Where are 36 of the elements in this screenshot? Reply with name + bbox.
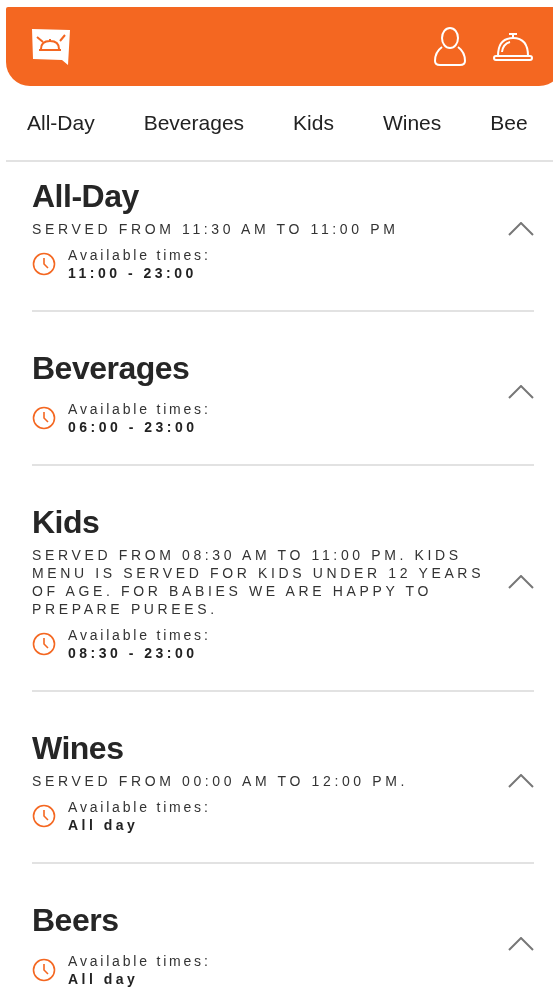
- section-title: Beers: [32, 901, 120, 940]
- section-title: All-Day: [32, 177, 140, 216]
- times-value: All day: [68, 816, 140, 834]
- times-label: Available times:: [68, 400, 211, 418]
- clock-icon: [32, 958, 56, 982]
- section-description: SERVED FROM 00:00 AM TO 12:00 PM.: [32, 772, 410, 790]
- section-title: Wines: [32, 729, 125, 768]
- times-label: Available times:: [68, 952, 211, 970]
- section-description: SERVED FROM 11:30 AM TO 11:00 PM: [32, 220, 400, 238]
- category-tab[interactable]: Kids: [293, 107, 334, 139]
- times-value: 08:30 - 23:00: [68, 644, 199, 662]
- times-value: 06:00 - 23:00: [68, 418, 199, 436]
- clock-icon: [32, 252, 56, 276]
- category-tab[interactable]: Wines: [382, 107, 442, 139]
- service-bell-icon[interactable]: [493, 31, 533, 62]
- chevron-up-icon[interactable]: [508, 385, 534, 399]
- clock-icon: [32, 632, 56, 656]
- times-label: Available times:: [68, 798, 211, 816]
- chevron-up-icon[interactable]: [508, 774, 534, 788]
- logo-icon[interactable]: [30, 26, 70, 67]
- times-label: Available times:: [68, 626, 211, 644]
- section-description: SERVED FROM 08:30 AM TO 11:00 PM. KIDS MENU IS SERVED FOR KIDS UNDER 12 YEARS OF AGE. FOR BABIES WE ARE HAPPY TO PREPARE PUREES.: [32, 546, 486, 618]
- section-title: Beverages: [32, 349, 191, 388]
- section-title: Kids: [32, 503, 101, 542]
- category-tab[interactable]: Beverages: [143, 107, 245, 139]
- chevron-up-icon[interactable]: [508, 575, 534, 589]
- category-tab[interactable]: All-Day: [27, 107, 95, 139]
- chevron-up-icon[interactable]: [508, 222, 534, 236]
- times-label: Available times:: [68, 246, 211, 264]
- times-value: 11:00 - 23:00: [68, 264, 198, 282]
- times-value: All day: [68, 970, 140, 988]
- clock-icon: [32, 804, 56, 828]
- chevron-up-icon[interactable]: [508, 937, 534, 951]
- clock-icon: [32, 406, 56, 430]
- category-tab[interactable]: Bee: [490, 107, 528, 139]
- user-icon[interactable]: [433, 26, 467, 67]
